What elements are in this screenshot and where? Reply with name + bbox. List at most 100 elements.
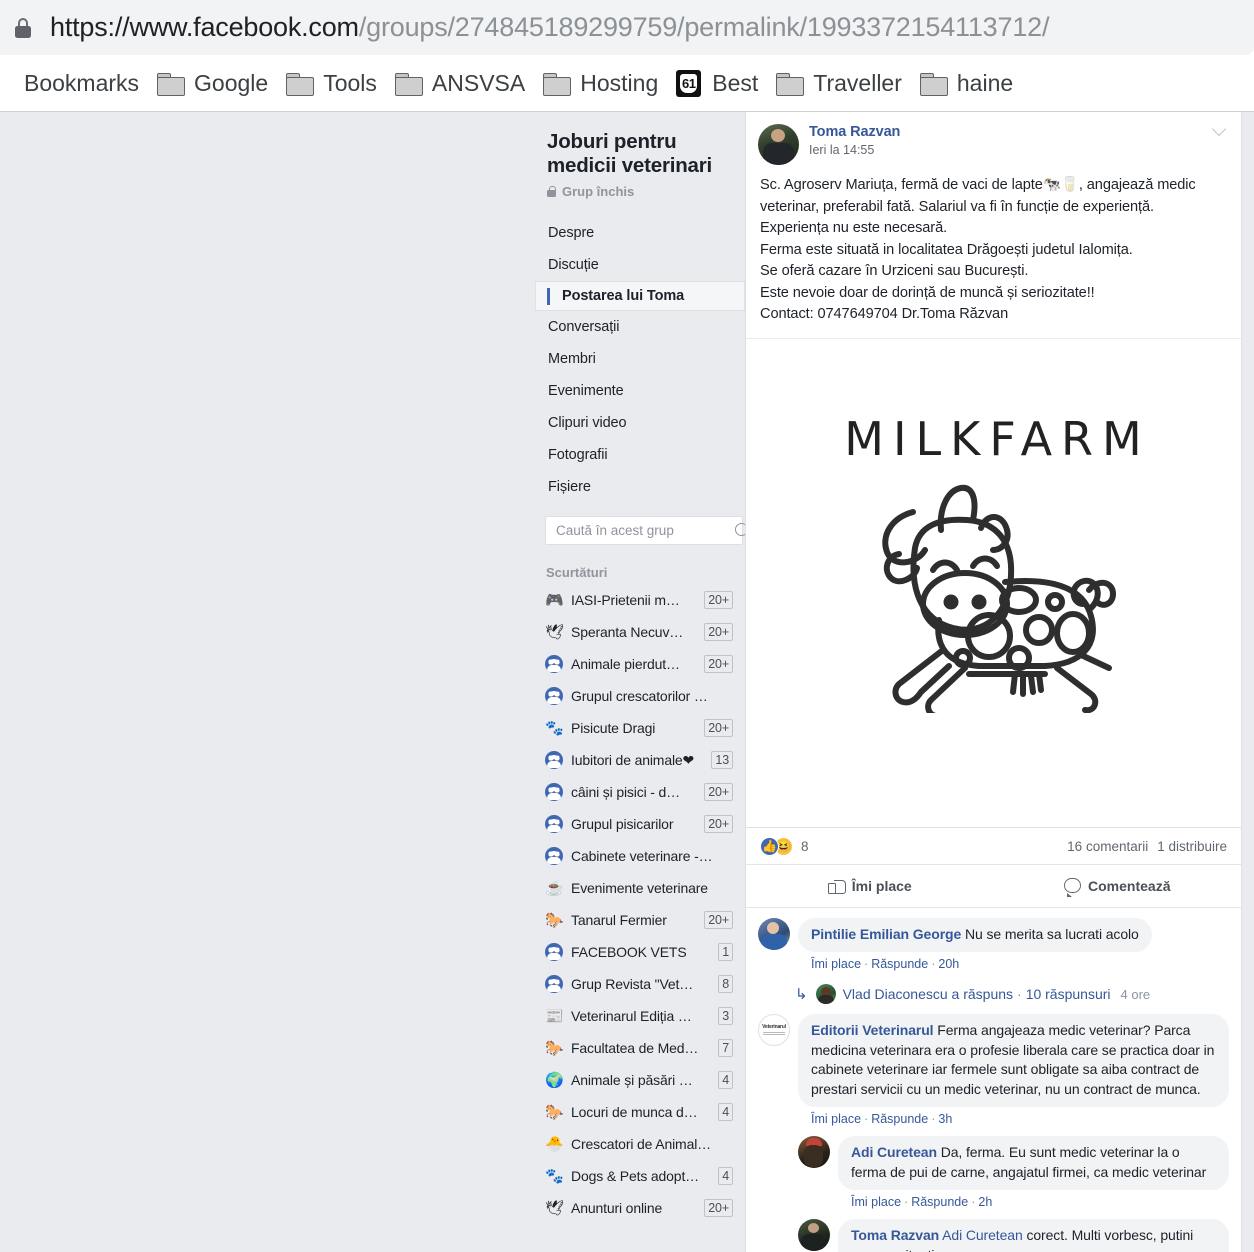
shortcut-label: Animale pierdut… <box>571 656 680 672</box>
avatar[interactable] <box>798 1136 830 1168</box>
sidebar-item-despre[interactable]: Despre <box>535 217 745 249</box>
bookmark-label: ANSVSA <box>431 70 526 96</box>
bookmark-label: Tools <box>323 70 377 96</box>
comment-author[interactable]: Toma Razvan <box>851 1227 939 1243</box>
comment-author[interactable]: Pintilie Emilian George <box>811 926 961 942</box>
url-text: https://www.facebook.com/groups/27484518… <box>50 12 1049 43</box>
shortcut-label: Grupul crescatorilor … <box>571 688 708 704</box>
shortcut-item[interactable]: 🐎 Locuri de munca d… 4 <box>535 1096 745 1128</box>
shortcut-label: Dogs & Pets adopt… <box>571 1168 700 1184</box>
coffee-emoji: ☕ <box>545 879 564 897</box>
comment-reply-link[interactable]: Răspunde <box>871 1112 928 1126</box>
group-search-box[interactable] <box>545 516 748 545</box>
right-gutter <box>1242 112 1254 1252</box>
comment-reply-link[interactable]: Răspunde <box>871 957 928 971</box>
reaction-count[interactable]: 8 <box>801 839 809 854</box>
shortcut-label: Facultatea de Med… <box>571 1040 699 1056</box>
shortcut-item[interactable]: 🐎 Facultatea de Med… 7 <box>535 1032 745 1064</box>
avatar[interactable] <box>758 124 799 165</box>
unread-badge: 20+ <box>704 815 733 833</box>
post-line: Se oferă cazare în Urziceni sau Bucureșt… <box>760 263 1029 279</box>
sidebar-item-membri[interactable]: Membri <box>535 343 745 375</box>
sidebar-item-clipuri-video[interactable]: Clipuri video <box>535 407 745 439</box>
shortcut-item[interactable]: Cabinete veterinare -… <box>535 840 745 872</box>
folder-icon <box>543 73 572 96</box>
shortcut-item[interactable]: 🎮 IASI-Prietenii m… 20+ <box>535 584 745 616</box>
shortcut-item[interactable]: 📰 Veterinarul Ediția … 3 <box>535 1000 745 1032</box>
sidebar-item-evenimente[interactable]: Evenimente <box>535 375 745 407</box>
search-input[interactable] <box>554 522 735 539</box>
address-bar[interactable]: https://www.facebook.com/groups/27484518… <box>0 0 1254 55</box>
reaction-icons[interactable]: 👍 😆 <box>760 836 793 856</box>
shortcut-item[interactable]: Grupul pisicarilor 20+ <box>535 808 745 840</box>
shortcut-label: IASI-Prietenii m… <box>571 592 680 608</box>
shortcut-item[interactable]: 🐾 Pisicute Dragi 20+ <box>535 712 745 744</box>
comment-reply-link[interactable]: Răspunde <box>911 1195 968 1209</box>
avatar[interactable] <box>758 917 790 950</box>
avatar[interactable] <box>798 1219 830 1251</box>
bookmark-hosting[interactable]: Hosting <box>537 66 670 101</box>
bookmark-tools[interactable]: Tools <box>280 66 389 101</box>
shortcut-item[interactable]: ☕ Evenimente veterinare <box>535 872 745 904</box>
shortcut-item[interactable]: 🐾 Dogs & Pets adopt… 4 <box>535 1160 745 1192</box>
comment-like-link[interactable]: Îmi place <box>811 957 861 971</box>
shortcut-item[interactable]: 🕊 Speranta Necuv… 20+ <box>535 616 745 648</box>
shortcut-item[interactable]: 🕊 Anunturi online 20+ <box>535 1192 745 1224</box>
replies-count[interactable]: 10 răspunsuri <box>1026 986 1111 1002</box>
group-sidebar: Joburi pentru medicii veterinari Grup în… <box>535 112 748 1252</box>
shield-text: 61 <box>680 74 698 93</box>
replies-author[interactable]: Vlad Diaconescu a răspuns <box>843 986 1013 1002</box>
comment-time[interactable]: 2h <box>978 1195 992 1209</box>
comment-button[interactable]: Comentează <box>994 865 1242 907</box>
shortcut-item[interactable]: 🐎 Tanarul Fermier 20+ <box>535 904 745 936</box>
post-line: Este nevoie doar de dorință de muncă și … <box>760 284 1095 301</box>
bookmarks-bar[interactable]: Bookmarks Google Tools ANSVSA Hosting 61… <box>0 55 1254 112</box>
shortcut-item[interactable]: Iubitori de animale❤ 13 <box>535 744 745 776</box>
comment-mention[interactable]: Adi Curetean <box>942 1227 1023 1243</box>
shortcut-item[interactable]: 🐣 Crescatori de Animal… <box>535 1128 745 1160</box>
shortcut-label: Grup Revista "Vet… <box>571 976 694 992</box>
shortcut-item[interactable]: Grup Revista "Vet… 8 <box>535 968 745 1000</box>
sidebar-item-fotografii[interactable]: Fotografii <box>535 439 745 471</box>
comment-like-link[interactable]: Îmi place <box>811 1112 861 1126</box>
shortcut-label: Pisicute Dragi <box>571 720 656 736</box>
bookmark-google[interactable]: Google <box>151 66 280 101</box>
post-author[interactable]: Toma Razvan <box>809 124 900 140</box>
comment-item: Adi Curetean Da, ferma. Eu sunt medic ve… <box>758 1136 1229 1217</box>
shortcut-item[interactable]: Animale pierdut… 20+ <box>535 648 745 680</box>
shortcut-item[interactable]: 🌍 Animale și păsări … 4 <box>535 1064 745 1096</box>
shortcut-label: câini și pisici - d… <box>571 784 681 800</box>
shortcut-item[interactable]: Grupul crescatorilor … <box>535 680 745 712</box>
bookmark-haine[interactable]: haine <box>914 66 1025 101</box>
chevron-down-icon[interactable] <box>1213 124 1227 133</box>
avatar[interactable]: Veterinarul <box>758 1014 790 1046</box>
comment-time[interactable]: 20h <box>938 957 959 971</box>
bookmark-ansvsa[interactable]: ANSVSA <box>389 66 537 101</box>
bookmark-bookmarks[interactable]: Bookmarks <box>18 66 151 101</box>
post-timestamp[interactable]: Ieri la 14:55 <box>809 143 900 157</box>
like-button[interactable]: Îmi place <box>746 865 994 907</box>
post-image[interactable]: MILKFARM <box>746 337 1241 828</box>
sidebar-item-postarea-lui-toma[interactable]: Postarea lui Toma <box>535 281 745 311</box>
comment-time[interactable]: 3h <box>938 1112 952 1126</box>
bookmark-traveller[interactable]: Traveller <box>770 66 914 101</box>
shortcut-item[interactable]: FACEBOOK VETS 1 <box>535 936 745 968</box>
comment-like-link[interactable]: Îmi place <box>851 1195 901 1209</box>
post-stats: 16 comentarii 1 distribuire <box>1067 839 1227 854</box>
sidebar-item-fisiere[interactable]: Fișiere <box>535 471 745 503</box>
comment-author[interactable]: Adi Curetean <box>851 1144 937 1160</box>
view-replies-link[interactable]: ↳ Vlad Diaconescu a răspuns · 10 răspuns… <box>758 981 1229 1014</box>
shares-count[interactable]: 1 distribuire <box>1157 839 1227 854</box>
group-avatar-icon <box>545 847 563 865</box>
group-avatar-icon <box>545 655 563 673</box>
post-header: Toma Razvan Ieri la 14:55 <box>746 112 1241 165</box>
comment-author[interactable]: Editorii Veterinarul <box>811 1022 934 1038</box>
sidebar-item-label: Membri <box>548 351 596 367</box>
sidebar-item-conversatii[interactable]: Conversații <box>535 311 745 343</box>
bookmark-best[interactable]: 61 Best <box>670 66 770 101</box>
unread-badge: 4 <box>718 1103 733 1121</box>
group-avatar-icon <box>545 943 563 961</box>
sidebar-item-discutie[interactable]: Discuție <box>535 249 745 281</box>
shortcut-item[interactable]: câini și pisici - d… 20+ <box>535 776 745 808</box>
comments-count[interactable]: 16 comentarii <box>1067 839 1148 854</box>
